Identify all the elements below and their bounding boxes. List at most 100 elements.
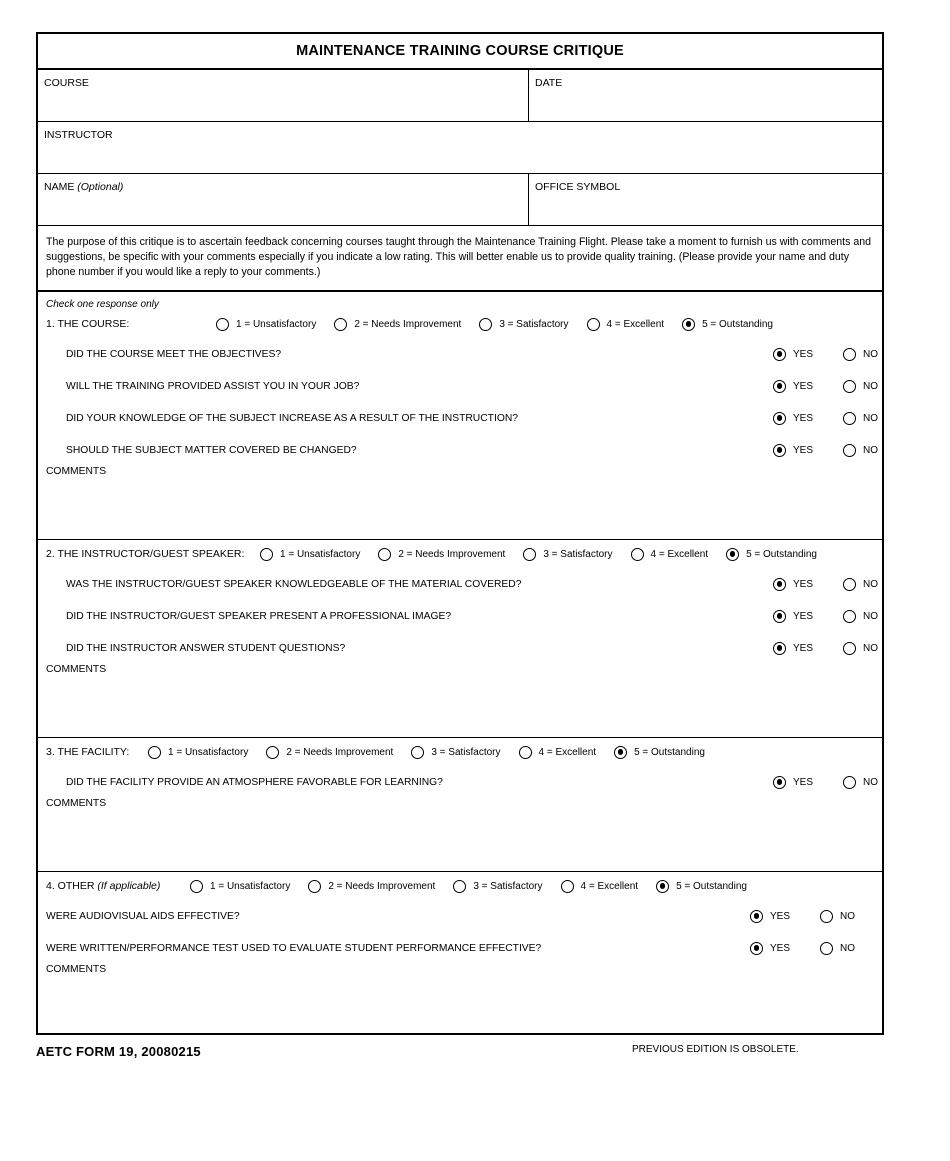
yes-radio[interactable]	[750, 909, 763, 923]
rating-radio-4[interactable]	[586, 317, 600, 331]
no-radio[interactable]	[843, 577, 857, 591]
no-label: NO	[863, 444, 879, 456]
rating-option-3[interactable]: 3 = Satisfactory	[523, 547, 630, 561]
rating-radio-1[interactable]	[148, 745, 161, 759]
rating-radio-1[interactable]	[190, 879, 203, 893]
rating-option-1[interactable]: 1 = Unsatisfactory	[190, 879, 308, 893]
yes-radio[interactable]	[773, 577, 786, 591]
date-field[interactable]: DATE	[529, 70, 882, 121]
no-radio[interactable]	[843, 379, 857, 393]
answer-yes[interactable]: YES	[773, 443, 813, 457]
answer-yes[interactable]: YES	[773, 577, 813, 591]
answer-no[interactable]: NO	[843, 347, 878, 361]
question-text: SHOULD THE SUBJECT MATTER COVERED BE CHA…	[66, 444, 357, 456]
rating-option-5[interactable]: 5 = Outstanding	[614, 745, 705, 759]
rating-option-3[interactable]: 3 = Satisfactory	[479, 317, 586, 331]
comments-input-area[interactable]	[38, 477, 882, 539]
answer-no[interactable]: NO	[843, 775, 878, 789]
rating-radio-2[interactable]	[334, 317, 348, 331]
rating-option-label: 3 = Satisfactory	[543, 548, 613, 560]
rating-option-label: 3 = Satisfactory	[473, 880, 543, 892]
answer-no[interactable]: NO	[843, 609, 878, 623]
no-radio[interactable]	[843, 775, 857, 789]
answer-yes[interactable]: YES	[773, 411, 813, 425]
rating-option-2[interactable]: 2 = Needs Improvement	[378, 547, 523, 561]
no-label: NO	[863, 578, 879, 590]
yes-radio[interactable]	[773, 443, 786, 457]
rating-radio-5[interactable]	[726, 547, 740, 561]
rating-option-3[interactable]: 3 = Satisfactory	[453, 879, 560, 893]
rating-radio-2[interactable]	[378, 547, 392, 561]
rating-option-label: 1 = Unsatisfactory	[168, 746, 249, 758]
course-field[interactable]: COURSE	[38, 70, 529, 121]
answer-yes[interactable]: YES	[750, 941, 790, 955]
rating-radio-4[interactable]	[630, 547, 644, 561]
rating-radio-1[interactable]	[216, 317, 229, 331]
rating-radio-5[interactable]	[656, 879, 670, 893]
rating-radio-3[interactable]	[479, 317, 493, 331]
answer-no[interactable]: NO	[843, 641, 879, 655]
rating-option-4[interactable]: 4 = Excellent	[586, 317, 683, 331]
rating-radio-2[interactable]	[308, 879, 322, 893]
no-radio[interactable]	[843, 609, 857, 623]
office-symbol-field[interactable]: OFFICE SYMBOL	[529, 174, 882, 225]
rating-option-label: 2 = Needs Improvement	[354, 318, 462, 330]
answer-yes[interactable]: YES	[773, 379, 813, 393]
answer-no[interactable]: NO	[843, 443, 879, 457]
no-radio[interactable]	[843, 411, 857, 425]
rating-radio-4[interactable]	[518, 745, 532, 759]
answer-no[interactable]: NO	[820, 941, 855, 955]
yes-radio[interactable]	[773, 411, 786, 425]
rating-radio-3[interactable]	[453, 879, 467, 893]
rating-option-1[interactable]: 1 = Unsatisfactory	[260, 547, 378, 561]
section-3: 3. THE FACILITY: 1 = Unsatisfactory 2 = Ne…	[38, 738, 882, 873]
no-radio[interactable]	[843, 641, 857, 655]
no-radio[interactable]	[820, 909, 834, 923]
comments-input-area[interactable]	[38, 809, 882, 871]
comments-input-area[interactable]	[38, 675, 882, 737]
rating-option-5[interactable]: 5 = Outstanding	[682, 317, 773, 331]
no-radio[interactable]	[843, 347, 857, 361]
rating-option-2[interactable]: 2 = Needs Improvement	[334, 317, 479, 331]
yes-radio[interactable]	[773, 775, 786, 789]
rating-option-4[interactable]: 4 = Excellent	[560, 879, 657, 893]
yes-radio[interactable]	[750, 941, 763, 955]
rating-option-5[interactable]: 5 = Outstanding	[726, 547, 817, 561]
answer-no[interactable]: NO	[843, 577, 879, 591]
yes-radio[interactable]	[773, 379, 786, 393]
rating-option-2[interactable]: 2 = Needs Improvement	[266, 745, 411, 759]
rating-option-3[interactable]: 3 = Satisfactory	[411, 745, 518, 759]
answer-yes[interactable]: YES	[773, 641, 813, 655]
question-text: DID THE COURSE MEET THE OBJECTIVES?	[66, 348, 282, 360]
no-label: NO	[863, 642, 879, 654]
yes-radio[interactable]	[773, 641, 786, 655]
rating-radio-1[interactable]	[260, 547, 273, 561]
no-radio[interactable]	[843, 443, 857, 457]
yes-radio[interactable]	[773, 609, 786, 623]
answer-yes[interactable]: YES	[773, 775, 813, 789]
rating-option-1[interactable]: 1 = Unsatisfactory	[216, 317, 334, 331]
answer-yes[interactable]: YES	[773, 347, 813, 361]
rating-option-4[interactable]: 4 = Excellent	[518, 745, 615, 759]
rating-option-5[interactable]: 5 = Outstanding	[656, 879, 747, 893]
rating-option-4[interactable]: 4 = Excellent	[630, 547, 727, 561]
answer-yes[interactable]: YES	[773, 609, 813, 623]
answer-yes[interactable]: YES	[750, 909, 790, 923]
yes-no-group: YES NO	[750, 941, 855, 955]
answer-no[interactable]: NO	[843, 379, 878, 393]
name-field[interactable]: NAME (Optional)	[38, 174, 529, 225]
rating-radio-5[interactable]	[682, 317, 696, 331]
yes-radio[interactable]	[773, 347, 786, 361]
no-radio[interactable]	[820, 941, 834, 955]
rating-option-2[interactable]: 2 = Needs Improvement	[308, 879, 453, 893]
rating-radio-4[interactable]	[560, 879, 574, 893]
comments-input-area[interactable]	[38, 975, 882, 1033]
rating-option-1[interactable]: 1 = Unsatisfactory	[148, 745, 266, 759]
rating-radio-2[interactable]	[266, 745, 280, 759]
answer-no[interactable]: NO	[843, 411, 878, 425]
instructor-field[interactable]: INSTRUCTOR	[38, 122, 882, 173]
rating-radio-3[interactable]	[411, 745, 425, 759]
answer-no[interactable]: NO	[820, 909, 855, 923]
rating-radio-3[interactable]	[523, 547, 537, 561]
rating-radio-5[interactable]	[614, 745, 628, 759]
